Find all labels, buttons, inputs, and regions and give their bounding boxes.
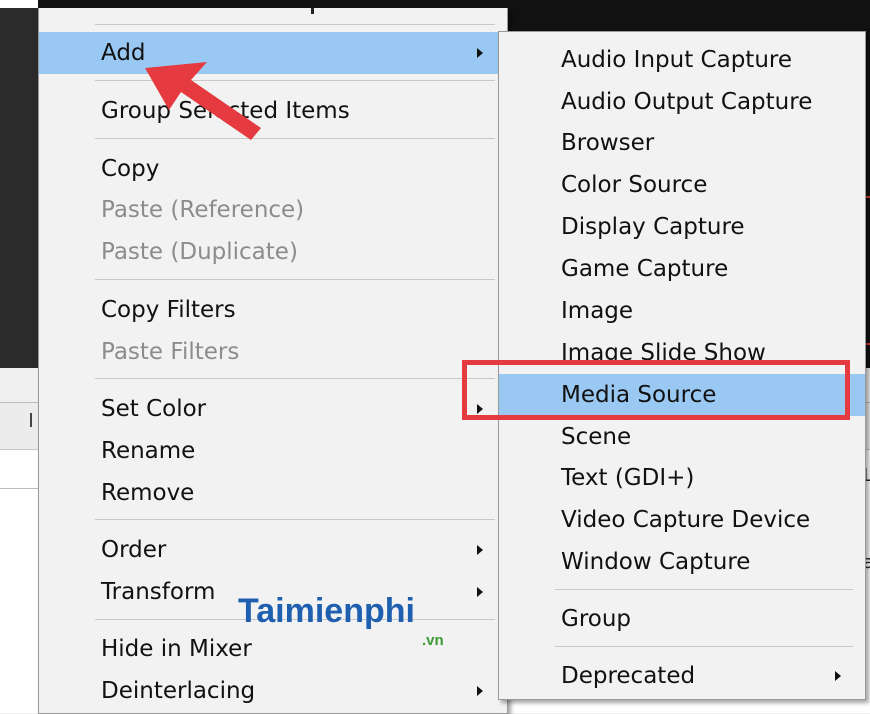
menu-item-deinterlacing[interactable]: Deinterlacing (39, 671, 507, 711)
menu-item-label: Paste Filters (101, 339, 240, 365)
submenu-arrow-icon (477, 545, 483, 555)
menu-item-label: Set Color (101, 396, 207, 422)
menu-item-label: Video Capture Device (561, 507, 811, 533)
menu-item-label: Order (101, 537, 167, 563)
menu-item-label: Copy Filters (101, 297, 236, 323)
menu-item-label: Scene (561, 424, 632, 450)
menu-separator (555, 646, 853, 647)
menu-item-rename[interactable]: Rename (39, 431, 507, 471)
watermark-tld: .vn (422, 632, 444, 649)
annotation-highlight-box (462, 360, 850, 420)
menu-item-group-selected-items[interactable]: Group Selected Items (39, 91, 507, 131)
submenu-item-video-capture-device[interactable]: Video Capture Device (499, 500, 865, 540)
menu-separator (95, 378, 495, 379)
divider (0, 488, 38, 489)
submenu-item-audio-input-capture[interactable]: Audio Input Capture (499, 40, 865, 80)
menu-item-label: Paste (Reference) (101, 197, 305, 223)
watermark-logo: Taimienphi (238, 592, 415, 630)
submenu-item-game-capture[interactable]: Game Capture (499, 249, 865, 289)
submenu-item-audio-output-capture[interactable]: Audio Output Capture (499, 82, 865, 122)
submenu-arrow-icon (477, 48, 483, 58)
menu-item-label: Color Source (561, 172, 708, 198)
submenu-arrow-icon (477, 587, 483, 597)
menu-item-label: Deinterlacing (101, 678, 256, 704)
menu-item-remove[interactable]: Remove (39, 473, 507, 513)
menu-item-label: Browser (561, 130, 655, 156)
menu-item-label: Audio Output Capture (561, 89, 813, 115)
submenu-arrow-icon (835, 671, 841, 681)
menu-item-label: Remove (101, 480, 195, 506)
annotation-arrow-icon (145, 62, 261, 140)
menu-item-copy-filters[interactable]: Copy Filters (39, 290, 507, 330)
menu-item-label: Game Capture (561, 256, 729, 282)
submenu-item-browser[interactable]: Browser (499, 123, 865, 163)
submenu-item-window-capture[interactable]: Window Capture (499, 542, 865, 582)
menu-scroll-mark (311, 8, 314, 14)
submenu-item-color-source[interactable]: Color Source (499, 165, 865, 205)
menu-item-label: Audio Input Capture (561, 47, 792, 73)
window-corner (0, 0, 38, 8)
menu-item-label: Deprecated (561, 663, 696, 689)
dock-handle[interactable] (30, 413, 32, 427)
menu-item-copy[interactable]: Copy (39, 149, 507, 189)
submenu-item-deprecated[interactable]: Deprecated (499, 656, 865, 696)
menu-item-label: Text (GDI+) (561, 465, 695, 491)
menu-item-label: Paste (Duplicate) (101, 239, 298, 265)
menu-separator (95, 279, 495, 280)
menu-separator (555, 589, 853, 590)
menu-item-label: Transform (101, 579, 216, 605)
submenu-item-group[interactable]: Group (499, 599, 865, 639)
submenu-item-text-gdi[interactable]: Text (GDI+) (499, 458, 865, 498)
menu-item-label: Hide in Mixer (101, 636, 252, 662)
menu-item-paste-duplicate[interactable]: Paste (Duplicate) (39, 232, 507, 272)
menu-item-paste-reference[interactable]: Paste (Reference) (39, 190, 507, 230)
menu-item-paste-filters[interactable]: Paste Filters (39, 332, 507, 372)
menu-item-label: Display Capture (561, 214, 745, 240)
menu-item-order[interactable]: Order (39, 530, 507, 570)
submenu-item-display-capture[interactable]: Display Capture (499, 207, 865, 247)
menu-item-label: Copy (101, 156, 160, 182)
menu-item-add[interactable]: Add (39, 32, 507, 74)
menu-item-label: Window Capture (561, 549, 751, 575)
menu-item-label: Rename (101, 438, 196, 464)
menu-separator (95, 519, 495, 520)
watermark: Taimienphi .vn (238, 592, 444, 649)
submenu-arrow-icon (477, 686, 483, 696)
menu-item-label: Group (561, 606, 632, 632)
preview-edge (0, 0, 38, 368)
menu-item-label: Image (561, 298, 634, 324)
submenu-item-image[interactable]: Image (499, 291, 865, 331)
submenu-item-scene[interactable]: Scene (499, 417, 865, 457)
menu-item-set-color[interactable]: Set Color (39, 389, 507, 429)
menu-separator (95, 24, 495, 25)
